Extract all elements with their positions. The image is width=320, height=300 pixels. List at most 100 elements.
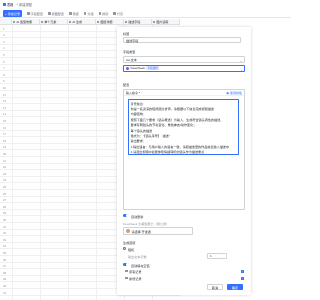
field-icon	[13, 20, 16, 24]
row-number: 18	[3, 138, 7, 143]
use-template-button[interactable]: ▣ 使用模板	[226, 91, 242, 95]
row-height-icon	[113, 12, 116, 15]
tokens-label: 输出文本字数	[128, 255, 147, 259]
consumer-select[interactable]: 请选择 开发者	[123, 227, 193, 235]
add-record-label: + 添加记录	[5, 12, 21, 16]
add-record-button[interactable]: + 添加记录	[3, 10, 23, 17]
field-type-select[interactable]: Aa 文本 ⌄	[123, 56, 245, 63]
row-number: 39	[3, 277, 7, 282]
row-number: 14	[3, 112, 7, 117]
row-number: 4	[3, 46, 5, 51]
field-icon	[153, 20, 156, 24]
row-number: 1	[3, 26, 5, 31]
fields-button[interactable]: 字段配置	[27, 11, 43, 16]
row-number: 10	[3, 85, 7, 90]
config-label: 配置	[123, 83, 130, 87]
row-number: 36	[3, 257, 7, 262]
auto-update-label: 自动更新	[131, 215, 144, 219]
deepseek-icon	[126, 66, 129, 70]
row-number: 28	[3, 204, 7, 209]
row-number: 19	[3, 145, 7, 150]
model-select[interactable]: DeepSeek 字段捷径 ›	[123, 65, 245, 72]
column-header-label: AI 造型效果	[16, 20, 33, 24]
fields-icon	[27, 12, 30, 15]
row-height-button[interactable]: 行高	[113, 11, 123, 16]
deepseek-hint: DeepSeek 大模型能力（限公测）	[123, 222, 170, 226]
chevron-right-icon: ›	[241, 67, 242, 72]
list-icon	[125, 276, 128, 280]
prompt-box: 输入指令 * ▣ 使用模板 背景信息: 你是一名资深的短视频分析师，请根据以下信…	[123, 89, 245, 210]
view-tab[interactable]: 表格	[3, 2, 13, 7]
view-config-button[interactable]: 视图配置	[48, 11, 64, 16]
prompt-text: 背景信息: 你是一名资深的短视频分析师，请根据以下信息完成视频描述 内容结构： …	[130, 101, 230, 155]
title-value: 描述字段	[126, 38, 139, 43]
view-config-icon	[48, 12, 51, 15]
checkbox-checked-icon[interactable]: ✓	[241, 276, 244, 280]
fields-label: 字段配置	[30, 12, 44, 16]
cancel-button[interactable]: 取消	[207, 284, 223, 290]
row-number: 29	[3, 211, 7, 216]
row-number: 15	[3, 118, 7, 123]
row-number: 24	[3, 178, 7, 183]
row-number: 5	[3, 52, 5, 57]
title-input[interactable]: 描述字段	[123, 37, 241, 43]
add-view-button[interactable]: + 新建视图	[16, 2, 32, 7]
row-number: 41	[3, 290, 7, 295]
model-value: DeepSeek	[130, 66, 145, 71]
tokens-input[interactable]: 1	[207, 253, 227, 259]
row-number: 38	[3, 270, 7, 275]
row-number: 40	[3, 283, 7, 288]
add-view-label: + 新建视图	[16, 2, 32, 7]
field-config-panel: 标题 描述字段 字段类型 Aa 文本 ⌄ DeepSeek 字段捷径 › 配置 …	[117, 27, 251, 295]
sort-icon	[98, 12, 102, 15]
view-tab-label: 表格	[7, 2, 14, 7]
options-label: 生成选项	[123, 241, 136, 245]
sort-button[interactable]: 排序	[98, 11, 109, 16]
checklist-item[interactable]: 新增记录	[123, 275, 245, 281]
row-number: 11	[3, 92, 6, 97]
input-command-label: 输入指令 *	[126, 90, 141, 95]
template-icon: ▣	[226, 90, 230, 95]
field-icon	[97, 20, 100, 24]
column-header-label: AI 生成	[72, 20, 83, 24]
row-number: 30	[3, 217, 7, 222]
prompt-textarea[interactable]: 背景信息: 你是一名资深的短视频分析师，请根据以下信息完成视频描述 内容结构： …	[128, 99, 239, 155]
tokens-value: 1	[210, 253, 212, 258]
checklist-label: 原有记录	[129, 269, 142, 274]
filter-button[interactable]: 筛选	[68, 11, 79, 16]
auto-update-toggle[interactable]	[123, 214, 129, 218]
row-number: 20	[3, 151, 7, 156]
group-button[interactable]: 分组	[83, 11, 94, 16]
row-number: 13	[3, 105, 7, 110]
auto-fill-toggle[interactable]	[123, 263, 129, 267]
group-icon	[83, 12, 87, 15]
model-badge: 字段捷径	[146, 66, 159, 71]
checklist-item[interactable]: 原有记录	[123, 268, 245, 274]
checkbox-checked-icon[interactable]: ✓	[241, 269, 244, 273]
row-number: 26	[3, 191, 7, 196]
row-number: 32	[3, 231, 7, 236]
row-number: 8	[3, 72, 5, 77]
top-bar: 表格 + 新建视图	[0, 0, 291, 8]
confirm-label: 确定	[231, 285, 239, 290]
consumer-label: 请选择 开发者	[131, 229, 151, 234]
row-number: 6	[3, 59, 5, 64]
field-icon	[41, 20, 44, 24]
row-number: 2	[3, 33, 5, 38]
row-number: 33	[3, 237, 7, 242]
row-height-label: 行高	[116, 12, 124, 16]
column-header-label: 图片读取	[156, 20, 169, 24]
random-radio[interactable]	[123, 247, 127, 251]
chevron-down-icon: ⌄	[239, 58, 242, 63]
row-number: 37	[3, 264, 7, 269]
column-header-label: 描述字段	[128, 20, 141, 24]
list-icon	[125, 269, 128, 273]
row-number: 22	[3, 165, 7, 170]
row-number: 31	[3, 224, 7, 229]
view-config-label: 视图配置	[51, 12, 64, 16]
field-icon	[69, 20, 72, 24]
row-number: 34	[3, 244, 7, 249]
sort-label: 排序	[102, 12, 109, 16]
row-number: 17	[3, 132, 7, 137]
confirm-button[interactable]: 确定	[227, 284, 243, 290]
